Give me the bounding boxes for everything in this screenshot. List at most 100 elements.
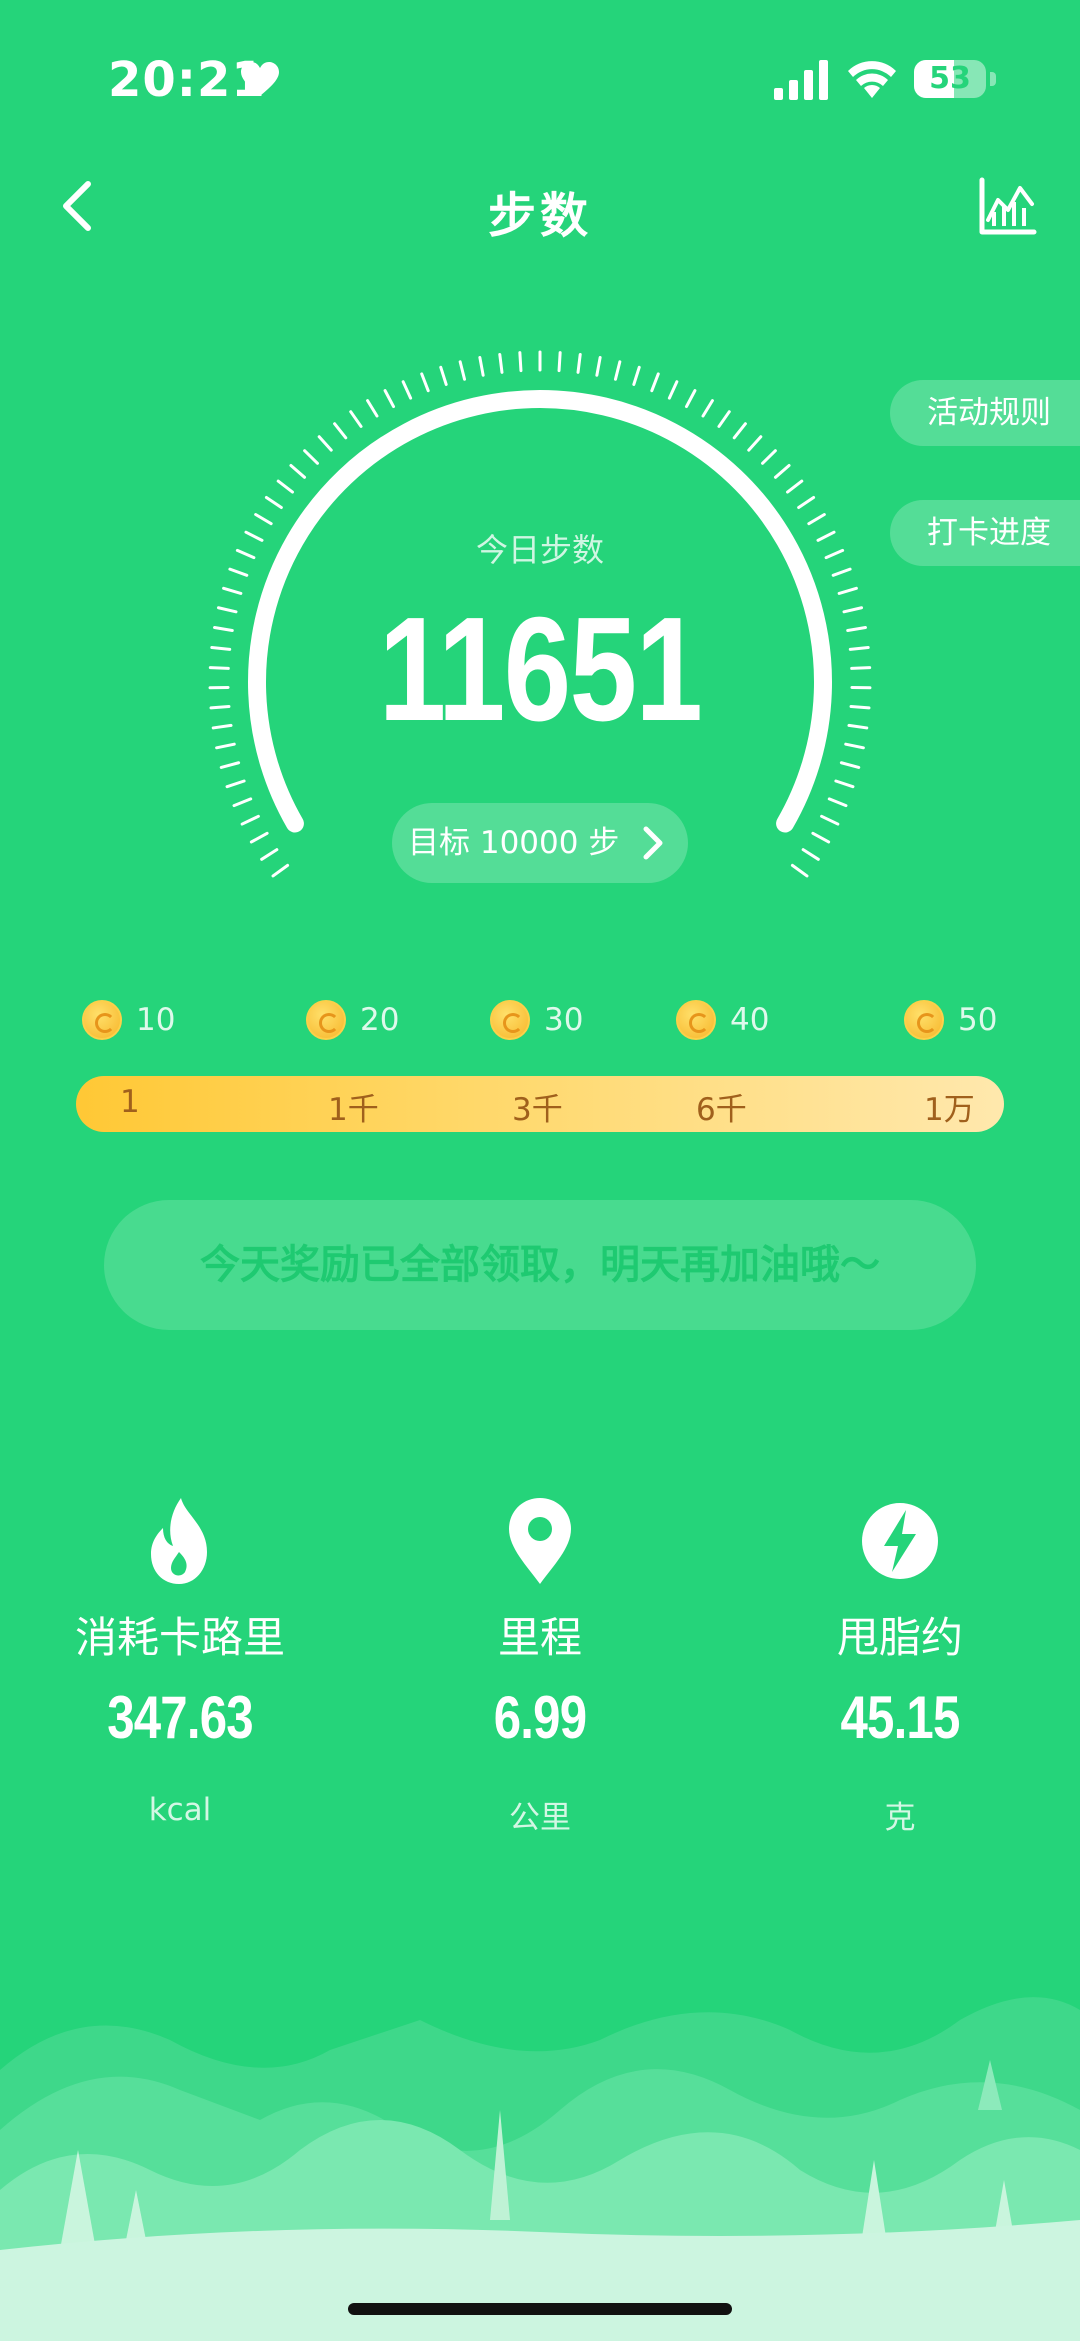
gauge-tick <box>249 831 269 844</box>
gauge-tick <box>807 513 826 526</box>
gauge-tick <box>850 666 872 670</box>
stat-fat-burned: 甩脂约 45.15 克 <box>720 1496 1080 1837</box>
gauge-tick <box>276 479 294 494</box>
gauge-tick <box>383 389 396 409</box>
coin-icon <box>306 1000 346 1040</box>
step-counter-screen: 20:21 53 步数 活动规则 打卡进度 今日步数 11651 目标 1000… <box>0 0 1080 2341</box>
gauge-tick <box>848 646 870 651</box>
gauge-tick <box>557 351 562 373</box>
gauge-tick <box>834 779 855 789</box>
gauge-tick <box>439 365 448 386</box>
back-button[interactable] <box>50 176 110 236</box>
gauge-tick <box>289 464 307 479</box>
gauge-tick <box>632 365 641 386</box>
stat-value: 45.15 <box>840 1684 960 1751</box>
gauge-tick <box>837 586 858 595</box>
milestone-label: 1万 <box>924 1092 975 1128</box>
milestone-label: 1 <box>120 1084 140 1120</box>
gauge-tick <box>228 567 249 577</box>
gauge-tick <box>773 464 791 479</box>
gauge-tick <box>786 479 804 494</box>
gauge-tick <box>366 399 379 418</box>
stat-calories: 消耗卡路里 347.63 kcal <box>0 1496 360 1828</box>
page-title: 步数 <box>487 188 592 244</box>
battery-level: 53 <box>929 61 971 96</box>
coin-icon <box>490 1000 530 1040</box>
gauge-tick <box>839 761 861 769</box>
gauge-tick <box>498 352 504 374</box>
home-indicator[interactable] <box>348 2303 732 2315</box>
coin-value: 10 <box>136 1002 176 1038</box>
gauge-tick <box>213 626 234 633</box>
gauge-tick <box>240 814 260 826</box>
gauge-tick <box>458 360 467 381</box>
gauge-tick <box>208 666 230 670</box>
stat-label: 里程 <box>497 1613 582 1662</box>
gauge-tick <box>349 410 363 428</box>
gauge-tick <box>401 380 413 400</box>
gauge-tick <box>790 863 809 878</box>
gauge-tick <box>235 548 256 560</box>
gauge-tick <box>732 422 747 440</box>
gauge-tick <box>209 704 231 710</box>
gauge-tick <box>811 831 831 844</box>
gauge-tick <box>244 530 264 542</box>
stat-unit: 克 <box>884 1800 916 1836</box>
battery-icon: 53 <box>914 60 986 98</box>
gauge-tick <box>847 723 869 730</box>
gauge-tick <box>478 356 485 377</box>
milestone-label: 3千 <box>512 1092 563 1128</box>
step-count: 11651 <box>378 587 703 752</box>
coin-reward-row: 10 20 30 40 50 <box>0 996 1080 1046</box>
gauge-tick <box>797 495 816 510</box>
coin-icon <box>82 1000 122 1040</box>
gauge-tick <box>846 626 867 633</box>
gauge-tick <box>842 606 864 614</box>
goal-button[interactable]: 目标 10000 步 <box>392 803 688 883</box>
gauge-tick <box>420 372 430 393</box>
mountain-landscape-illustration <box>0 1997 1080 2341</box>
gauge-tick <box>576 352 582 374</box>
gauge-tick <box>849 704 871 710</box>
gauge-tick <box>761 449 777 465</box>
gauge-tick <box>595 356 602 377</box>
chart-icon[interactable] <box>976 176 1040 240</box>
gauge-tick <box>210 646 232 651</box>
gauge-tick <box>271 863 290 878</box>
today-steps-label: 今日步数 <box>475 531 604 569</box>
heart-icon <box>241 62 279 96</box>
status-bar: 20:21 53 <box>0 0 1080 160</box>
flame-icon <box>151 1498 207 1584</box>
stat-value: 6.99 <box>493 1684 587 1751</box>
gauge-tick <box>254 513 273 526</box>
coin-value: 50 <box>958 1002 998 1038</box>
gauge-tick <box>650 372 660 393</box>
milestone-label: 6千 <box>696 1092 747 1128</box>
wifi-icon <box>848 61 896 98</box>
gauge-tick <box>225 779 246 789</box>
stat-value: 347.63 <box>107 1684 253 1751</box>
gauge-tick <box>317 435 333 452</box>
chevron-right-icon <box>643 826 663 860</box>
gauge-tick <box>303 449 319 465</box>
gauge-tick <box>264 495 283 510</box>
gauge-tick <box>333 422 348 440</box>
gauge-tick <box>827 797 848 808</box>
reward-claimed-banner[interactable]: 今天奖励已全部领取，明天再加油哦～ <box>104 1200 976 1330</box>
stat-label: 消耗卡路里 <box>74 1613 285 1662</box>
gauge-tick <box>801 848 820 861</box>
gauge-tick <box>518 351 523 373</box>
coin-icon <box>904 1000 944 1040</box>
gauge-tick <box>831 567 852 577</box>
gauge-tick <box>701 399 714 418</box>
gauge-tick <box>216 606 238 614</box>
milestone-label: 1千 <box>328 1092 379 1128</box>
gauge-tick <box>211 723 233 730</box>
gauge-tick <box>824 548 845 560</box>
coin-value: 40 <box>730 1002 770 1038</box>
gauge-tick <box>222 586 243 595</box>
cellular-signal-icon <box>774 60 828 100</box>
stat-distance: 里程 6.99 公里 <box>360 1496 720 1837</box>
coin-value: 20 <box>360 1002 400 1038</box>
gauge-tick <box>667 380 679 400</box>
